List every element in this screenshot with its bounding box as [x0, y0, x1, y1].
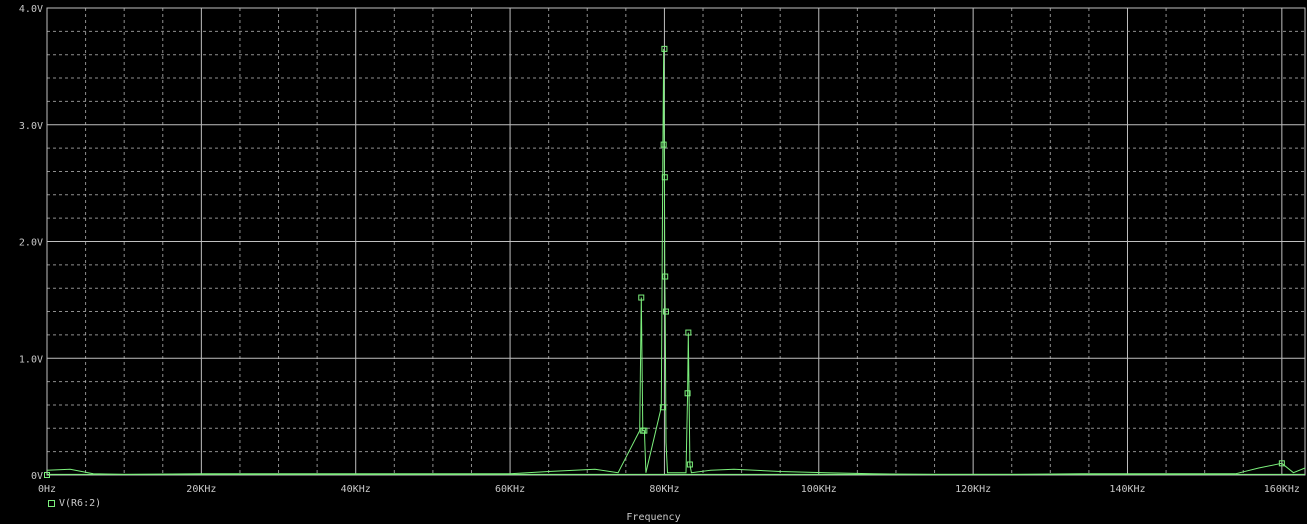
y-tick-label: 0V [31, 471, 43, 482]
series-trace [46, 48, 1306, 475]
x-tick-label: 20KHz [186, 484, 216, 495]
legend-marker-icon [48, 500, 55, 507]
x-tick-label: 160KHz [1264, 484, 1300, 495]
plot-area: 0V 1.0V 2.0V 3.0V 4.0V 0Hz 20KHz 40KHz 60KHz 80KH… [19, 4, 1306, 495]
x-tick-label: 80KHz [649, 484, 679, 495]
x-tick-label: 40KHz [341, 484, 371, 495]
y-tick-label: 4.0V [19, 4, 43, 15]
x-tick-label: 140KHz [1109, 484, 1145, 495]
x-tick-label: 0Hz [38, 484, 56, 495]
legend-label: V(R6:2) [59, 498, 102, 509]
x-tick-label: 120KHz [955, 484, 991, 495]
legend: V(R6:2) [48, 498, 101, 509]
y-tick-label: 1.0V [19, 354, 43, 365]
y-tick-label: 2.0V [19, 238, 43, 249]
data-point-marker [660, 141, 667, 148]
y-tick-label: 3.0V [19, 121, 43, 132]
x-axis-label: Frequency [626, 512, 681, 523]
x-tick-label: 100KHz [801, 484, 837, 495]
x-tick-label: 60KHz [495, 484, 525, 495]
